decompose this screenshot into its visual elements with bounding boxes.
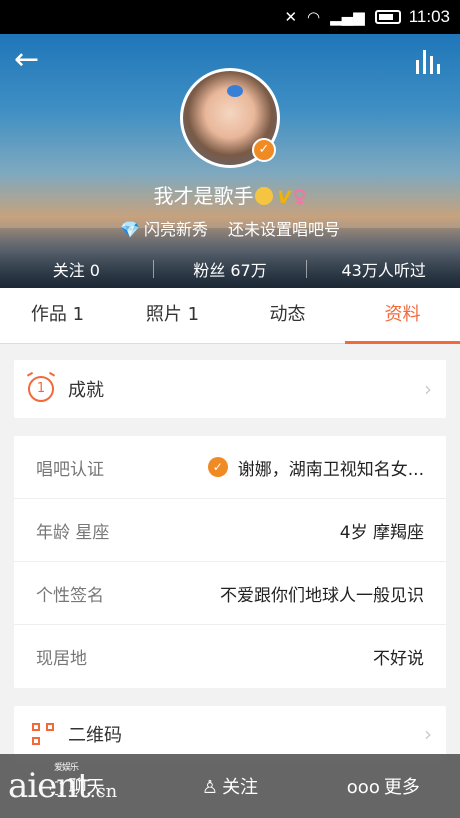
female-gender-icon: ♀ bbox=[292, 186, 307, 208]
watermark-text-t: t bbox=[77, 766, 91, 806]
mute-icon: ✕ bbox=[284, 8, 298, 26]
tab-works[interactable]: 作品 1 bbox=[0, 288, 115, 343]
info-label: 个性签名 bbox=[36, 585, 104, 606]
status-bar: ✕ ◠ ▂▄▆ 11:03 bbox=[0, 0, 460, 34]
watermark-tag: 爱娱乐 bbox=[54, 763, 79, 773]
certified-check-icon: ✓ bbox=[207, 457, 228, 477]
info-value: 不好说 bbox=[373, 649, 424, 669]
info-row-signature: 个性签名 不爱跟你们地球人一般见识 bbox=[14, 562, 446, 625]
chang-id[interactable]: 还未设置唱吧号 bbox=[228, 220, 340, 239]
achievement-card[interactable]: 1 成就 › bbox=[14, 360, 446, 418]
tab-photos[interactable]: 照片 1 bbox=[115, 288, 230, 343]
tab-profile-info[interactable]: 资料 bbox=[345, 288, 460, 344]
listens-count: 43万人听过 bbox=[341, 261, 426, 280]
battery-icon bbox=[374, 10, 401, 24]
follow-button[interactable]: ♙ 关注 bbox=[153, 773, 306, 799]
achievement-label: 成就 bbox=[68, 380, 104, 401]
diamond-icon: 💎 bbox=[120, 220, 140, 239]
watermark: 爱娱乐 aient.cn bbox=[8, 763, 118, 806]
tab-activity[interactable]: 动态 bbox=[230, 288, 345, 343]
follow-label: 关注 bbox=[222, 777, 259, 798]
nickname-row: 我才是歌手 V ♀ bbox=[0, 180, 460, 209]
stats-bars-icon[interactable] bbox=[414, 46, 444, 74]
info-value: ✓ 谢娜，湖南卫视知名女... bbox=[207, 455, 424, 480]
info-value: 不爱跟你们地球人一般见识 bbox=[220, 585, 424, 606]
info-label: 现居地 bbox=[36, 649, 87, 669]
wifi-icon: ◠ bbox=[307, 8, 321, 26]
hair-bow bbox=[227, 85, 243, 97]
grin-emoji-icon bbox=[255, 187, 274, 205]
profile-tabs: 作品 1 照片 1 动态 资料 bbox=[0, 288, 460, 344]
verified-check-icon: ✓ bbox=[252, 138, 276, 162]
watermark-domain: .cn bbox=[89, 781, 118, 802]
level-title: 闪亮新秀 bbox=[143, 220, 208, 239]
info-value: 4岁 摩羯座 bbox=[339, 522, 424, 543]
counts-row: 关注 0 粉丝 67万 43万人听过 bbox=[0, 250, 460, 288]
nickname: 我才是歌手 bbox=[153, 184, 254, 208]
more-button[interactable]: ooo 更多 bbox=[307, 773, 460, 799]
back-arrow-icon[interactable]: ← bbox=[14, 45, 48, 75]
signal-icon: ▂▄▆ bbox=[330, 8, 365, 26]
info-row-certification[interactable]: 唱吧认证 ✓ 谢娜，湖南卫视知名女... bbox=[14, 436, 446, 499]
chevron-right-icon: › bbox=[424, 722, 432, 746]
level-row: 💎 闪亮新秀 还未设置唱吧号 bbox=[0, 216, 460, 240]
profile-header: ← ✓ 我才是歌手 V ♀ 💎 闪亮新秀 还未设置唱吧号 关注 0 粉丝 67万 43万… bbox=[0, 34, 460, 288]
more-dots-icon: ooo bbox=[346, 777, 380, 798]
info-row-location: 现居地 不好说 bbox=[14, 625, 446, 688]
info-card: 唱吧认证 ✓ 谢娜，湖南卫视知名女... 年龄 星座 4岁 摩羯座 个性签名 不… bbox=[14, 436, 446, 688]
info-label: 唱吧认证 bbox=[36, 459, 104, 480]
qrcode-label: 二维码 bbox=[68, 725, 122, 746]
status-time: 11:03 bbox=[408, 7, 450, 26]
vip-badge: V bbox=[277, 188, 291, 208]
following-count[interactable]: 关注 0 bbox=[0, 257, 153, 281]
qrcode-icon bbox=[32, 723, 54, 745]
info-label: 年龄 星座 bbox=[36, 522, 110, 543]
add-user-icon: ♙ bbox=[201, 777, 219, 798]
certification-text: 谢娜，湖南卫视知名女... bbox=[237, 459, 424, 480]
alarm-clock-icon: 1 bbox=[28, 376, 54, 402]
info-row-age-zodiac: 年龄 星座 4岁 摩羯座 bbox=[14, 499, 446, 562]
fans-count[interactable]: 粉丝 67万 bbox=[154, 257, 307, 281]
more-label: 更多 bbox=[383, 777, 420, 798]
chevron-right-icon: › bbox=[424, 377, 432, 401]
